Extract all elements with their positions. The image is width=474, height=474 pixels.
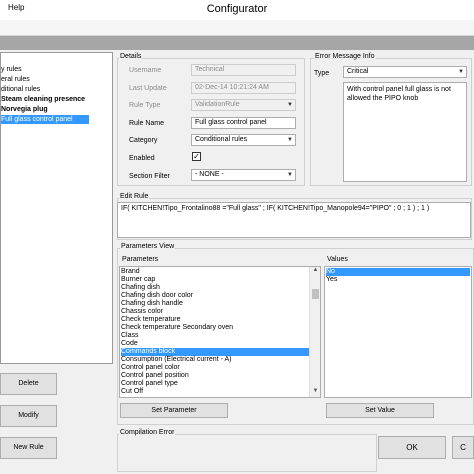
section-filter-label: Section Filter xyxy=(129,173,170,180)
tree-item[interactable]: eral rules xyxy=(1,75,30,84)
rules-tree[interactable]: y rules eral rules ditional rules Steam … xyxy=(0,52,113,364)
tree-item[interactable]: y rules xyxy=(1,65,22,74)
list-item[interactable]: Class xyxy=(121,332,309,340)
tree-item[interactable]: ditional rules xyxy=(1,85,40,94)
username-field: Technical xyxy=(191,64,296,76)
rule-type-value: ValidationRule xyxy=(195,101,240,108)
list-item[interactable]: Burner cap xyxy=(121,276,309,284)
username-label: Username xyxy=(129,67,162,74)
compilation-error-label: Compilation Error xyxy=(119,429,176,436)
checkmark-icon: ✓ xyxy=(193,152,200,161)
rule-expression-editor[interactable]: IF( KITCHEN!Tipo_Frontalino88 ="Full gla… xyxy=(117,202,471,238)
ok-button[interactable]: OK xyxy=(378,436,446,459)
new-rule-button[interactable]: New Rule xyxy=(0,437,57,459)
delete-button[interactable]: Delete xyxy=(0,373,57,395)
window-title: Configurator xyxy=(206,3,268,15)
details-group-label: Details xyxy=(119,53,143,60)
set-parameter-button[interactable]: Set Parameter xyxy=(120,403,228,418)
scroll-up-icon[interactable]: ▲ xyxy=(310,267,320,276)
category-label: Category xyxy=(129,137,158,144)
rule-type-label: Rule Type xyxy=(129,102,161,109)
compilation-error-group xyxy=(117,434,377,472)
rule-name-input[interactable]: Full glass control panel xyxy=(191,117,296,129)
list-item[interactable]: Control panel type xyxy=(121,380,309,388)
enabled-checkbox[interactable]: ✓ xyxy=(192,152,201,161)
chevron-down-icon: ▼ xyxy=(287,137,293,143)
cancel-button[interactable]: C xyxy=(452,436,474,459)
chevron-down-icon: ▼ xyxy=(287,102,293,108)
chevron-down-icon: ▼ xyxy=(287,172,293,178)
parameters-list[interactable]: Brand Burner cap Chafing dish Chafing di… xyxy=(119,266,321,398)
menu-bar xyxy=(0,20,474,36)
scrollbar[interactable]: ▲ ▼ xyxy=(309,267,320,397)
scroll-down-icon[interactable]: ▼ xyxy=(310,388,320,397)
tree-item[interactable]: Steam cleaning presence xyxy=(1,95,85,104)
section-filter-dropdown[interactable]: - NONE - ▼ xyxy=(191,169,296,181)
list-item[interactable]: Code xyxy=(121,340,309,348)
error-message-textarea[interactable]: With control panel full glass is not all… xyxy=(343,82,467,182)
list-item[interactable]: Chafing dish handle xyxy=(121,300,309,308)
rule-type-dropdown: ValidationRule ▼ xyxy=(191,99,296,111)
last-update-label: Last Update xyxy=(129,85,167,92)
set-value-button[interactable]: Set Value xyxy=(326,403,434,418)
list-item[interactable]: Chassis color xyxy=(121,308,309,316)
scrollbar-thumb[interactable] xyxy=(312,289,319,299)
list-item-selected[interactable]: Commands block xyxy=(121,348,309,356)
list-item[interactable]: Yes xyxy=(326,276,470,284)
type-dropdown[interactable]: Critical ▼ xyxy=(343,66,467,78)
list-item[interactable]: Consumption (Electrical current - A) xyxy=(121,356,309,364)
tree-item[interactable]: Norvegia plug xyxy=(1,105,48,114)
list-item[interactable]: Chafing dish xyxy=(121,284,309,292)
category-dropdown[interactable]: Conditional rules ▼ xyxy=(191,134,296,146)
list-item-selected[interactable]: No xyxy=(326,268,470,276)
list-item[interactable]: Control panel color xyxy=(121,364,309,372)
values-label: Values xyxy=(327,256,348,263)
chevron-down-icon: ▼ xyxy=(458,69,464,75)
list-item[interactable]: Check temperature Secondary oven xyxy=(121,324,309,332)
list-item[interactable]: Check temperature xyxy=(121,316,309,324)
modify-button[interactable]: Modify xyxy=(0,405,57,427)
enabled-label: Enabled xyxy=(129,155,155,162)
type-label: Type xyxy=(314,70,330,77)
parameters-label: Parameters xyxy=(122,256,159,263)
rule-name-label: Rule Name xyxy=(129,120,165,127)
toolbar-strip xyxy=(0,36,474,50)
edit-rule-group-label: Edit Rule xyxy=(119,193,150,200)
type-value: Critical xyxy=(347,68,369,75)
list-item[interactable]: Chafing dish door color xyxy=(121,292,309,300)
section-filter-value: - NONE - xyxy=(195,171,224,178)
category-value: Conditional rules xyxy=(195,136,248,143)
list-item[interactable]: Cut Off xyxy=(121,388,309,396)
menu-help[interactable]: Help xyxy=(8,3,24,12)
error-info-group-label: Error Message Info xyxy=(314,53,376,60)
last-update-field: 02-Dec-14 10:21:24 AM xyxy=(191,82,296,94)
values-list[interactable]: No Yes xyxy=(324,266,472,398)
list-item[interactable]: Brand xyxy=(121,268,309,276)
parameters-view-group-label: Parameters View xyxy=(120,243,176,250)
list-item[interactable]: Control panel position xyxy=(121,372,309,380)
tree-item-selected[interactable]: Full glass control panel xyxy=(1,115,89,124)
